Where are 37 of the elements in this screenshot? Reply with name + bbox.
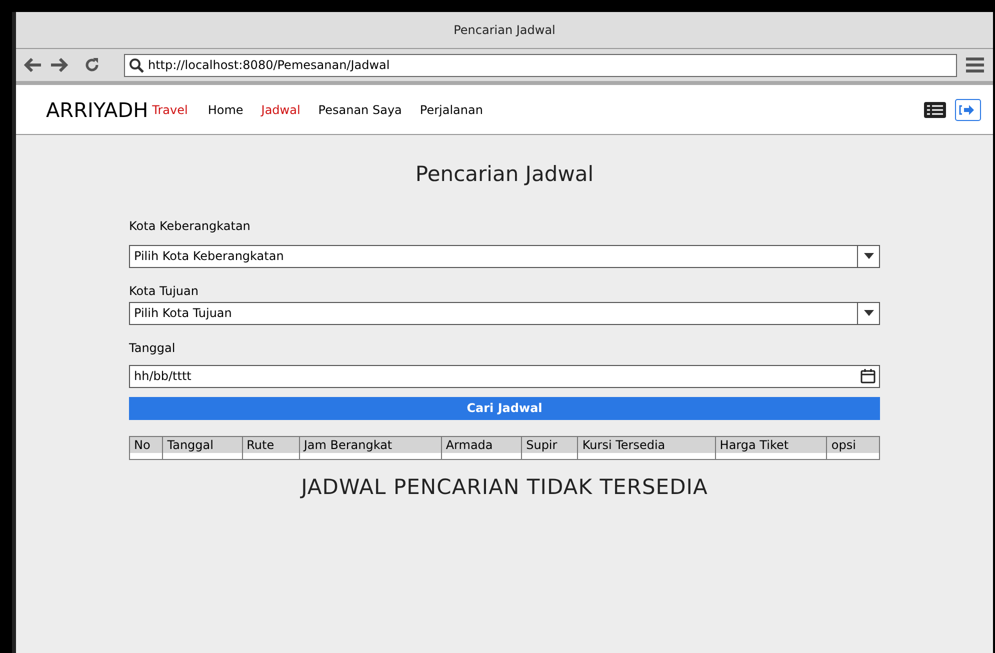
empty-message: JADWAL PENCARIAN TIDAK TERSEDIA xyxy=(301,474,708,500)
reload-icon[interactable] xyxy=(84,57,100,73)
address-bar[interactable]: http://localhost:8080/Pemesanan/Jadwal xyxy=(124,54,957,76)
caret-icon xyxy=(864,310,874,316)
dropdown[interactable]: Pilih Kota Tujuan xyxy=(129,302,880,324)
url-text: http://localhost:8080/Pemesanan/Jadwal xyxy=(148,57,390,74)
field-label: Kota Tujuan xyxy=(129,282,200,300)
field-label: Tanggal xyxy=(129,340,176,356)
column-header: Rute xyxy=(242,436,299,452)
search-button[interactable]: Cari Jadwal xyxy=(129,396,880,420)
nav-link[interactable]: Home xyxy=(208,100,244,118)
caret-icon xyxy=(864,253,874,259)
window-title: Pencarian Jadwal xyxy=(454,22,556,39)
forward-icon[interactable] xyxy=(50,58,68,72)
logout-icon[interactable] xyxy=(955,98,981,120)
brand-suffix: Travel xyxy=(152,102,188,118)
field-label: Kota Keberangkatan xyxy=(129,218,252,234)
column-header: Supir xyxy=(522,436,578,452)
column-header: Jam Berangkat xyxy=(300,436,441,452)
calendar-icon[interactable] xyxy=(860,368,876,384)
column-header: Harga Tiket xyxy=(716,436,826,452)
column-header: Kursi Tersedia xyxy=(578,436,715,452)
brand-name: ARRIYADH xyxy=(46,96,148,124)
column-header: Tanggal xyxy=(163,436,242,452)
column-header: No xyxy=(130,436,162,452)
search-icon xyxy=(129,58,144,72)
list-icon[interactable] xyxy=(923,100,947,118)
column-header: Armada xyxy=(442,436,522,452)
menu-icon[interactable] xyxy=(965,57,985,73)
nav-link[interactable]: Pesanan Saya xyxy=(318,100,402,118)
page-title: Pencarian Jadwal xyxy=(415,161,594,188)
dropdown[interactable]: Pilih Kota Keberangkatan xyxy=(129,244,880,268)
back-icon[interactable] xyxy=(24,58,42,72)
date-field[interactable]: hh/bb/tttt xyxy=(129,364,880,388)
column-header: opsi xyxy=(827,436,879,452)
nav-link[interactable]: Jadwal xyxy=(261,100,300,118)
nav-link[interactable]: Perjalanan xyxy=(420,100,483,118)
